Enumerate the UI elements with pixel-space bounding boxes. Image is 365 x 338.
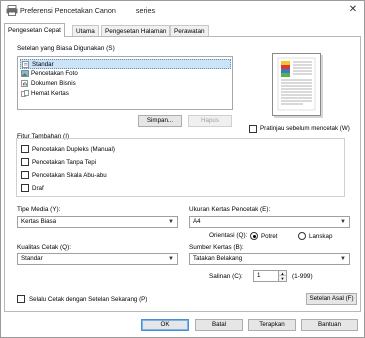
preview-before-print-label: Pratinjau sebelum mencetak (W) (260, 125, 350, 132)
preview-before-print-checkbox[interactable] (249, 125, 257, 133)
window-title: Preferensi Pencetakan Canon series (20, 6, 156, 15)
print-quality-label: Kualitas Cetak (Q): (17, 244, 71, 251)
list-item[interactable]: Standar (20, 59, 231, 69)
duplex-label: Pencetakan Dupleks (Manual) (32, 146, 115, 153)
copies-label: Salinan (C): (209, 273, 243, 280)
cancel-button[interactable]: Batal (195, 319, 243, 331)
list-item-label: Standar (32, 61, 54, 68)
list-item[interactable]: Hemat Kertas (20, 89, 69, 99)
chevron-down-icon: ▼ (168, 256, 174, 262)
common-settings-label: Setelan yang Biasa Digunakan (S) (17, 45, 115, 52)
print-quality-value: Standar (21, 255, 43, 262)
save-button[interactable]: Simpan... (138, 115, 182, 127)
orientation-label: Orientasi (Q): (209, 232, 248, 239)
delete-button[interactable]: Hapus (188, 115, 232, 127)
list-item[interactable]: Dokumen Bisnis (20, 79, 76, 89)
copies-value: 1 (257, 272, 261, 279)
landscape-label: Lanskap (309, 233, 333, 240)
grayscale-checkbox[interactable] (21, 171, 29, 179)
draft-checkbox[interactable] (21, 184, 29, 192)
paper-size-label: Ukuran Kertas Pencetak (E): (189, 206, 271, 213)
tab-quick-setup[interactable]: Pengesetan Cepat (4, 23, 65, 37)
print-quality-dropdown[interactable]: Standar ▼ (17, 253, 178, 265)
chevron-down-icon: ▼ (168, 219, 174, 225)
media-type-dropdown[interactable]: Kertas Biasa ▼ (17, 216, 178, 228)
draft-label: Draf (32, 185, 44, 192)
spin-down-icon[interactable]: ▼ (278, 276, 286, 281)
list-item-label: Pencetakan Foto (31, 70, 78, 77)
duplex-checkbox[interactable] (21, 145, 29, 153)
landscape-radio[interactable] (298, 232, 306, 240)
ok-button[interactable]: OK (141, 319, 189, 331)
chevron-down-icon: ▼ (340, 219, 346, 225)
printing-preferences-window: Preferensi Pencetakan Canon series ✕ Pen… (0, 0, 365, 338)
paper-saving-icon (21, 90, 29, 97)
apply-button[interactable]: Terapkan (248, 319, 296, 331)
page-preview (272, 53, 321, 116)
list-item-label: Hemat Kertas (31, 90, 69, 97)
defaults-button[interactable]: Setelan Asal (F) (306, 293, 357, 305)
paper-size-dropdown[interactable]: A4 ▼ (189, 216, 350, 228)
window-title-suffix: series (135, 6, 156, 15)
always-print-checkbox[interactable] (17, 295, 25, 303)
business-doc-icon (21, 80, 28, 87)
borderless-checkbox[interactable] (21, 158, 29, 166)
portrait-label: Potret (261, 233, 278, 240)
media-type-label: Tipe Media (Y): (17, 206, 61, 213)
paper-source-dropdown[interactable]: Tatakan Belakang ▼ (189, 253, 350, 265)
paper-source-value: Tatakan Belakang (193, 255, 243, 262)
media-type-value: Kertas Biasa (21, 218, 57, 225)
title-bar: Preferensi Pencetakan Canon series ✕ (1, 1, 364, 21)
list-item-label: Dokumen Bisnis (31, 80, 76, 87)
always-print-label: Selalu Cetak dengan Setelan Sekarang (P) (29, 296, 148, 303)
paper-size-value: A4 (193, 218, 201, 225)
borderless-label: Pencetakan Tanpa Tepi (32, 159, 97, 166)
copies-range: (1-999) (292, 273, 313, 280)
preview-image (277, 57, 316, 111)
paper-source-label: Sumber Kertas (B): (189, 244, 244, 251)
common-settings-list[interactable]: Standar Pencetakan Foto Dokumen Bisnis H… (17, 56, 233, 110)
copies-stepper[interactable]: 1 ▲ ▼ (253, 270, 287, 282)
close-icon[interactable]: ✕ (345, 3, 361, 17)
help-button[interactable]: Bantuan (301, 319, 358, 331)
grayscale-label: Pencetakan Skala Abu-abu (32, 172, 107, 179)
printer-icon (6, 5, 18, 16)
chevron-down-icon: ▼ (340, 256, 346, 262)
photo-icon (21, 70, 29, 77)
standard-doc-icon (22, 61, 29, 68)
list-item[interactable]: Pencetakan Foto (20, 69, 78, 79)
portrait-radio[interactable] (250, 232, 258, 240)
